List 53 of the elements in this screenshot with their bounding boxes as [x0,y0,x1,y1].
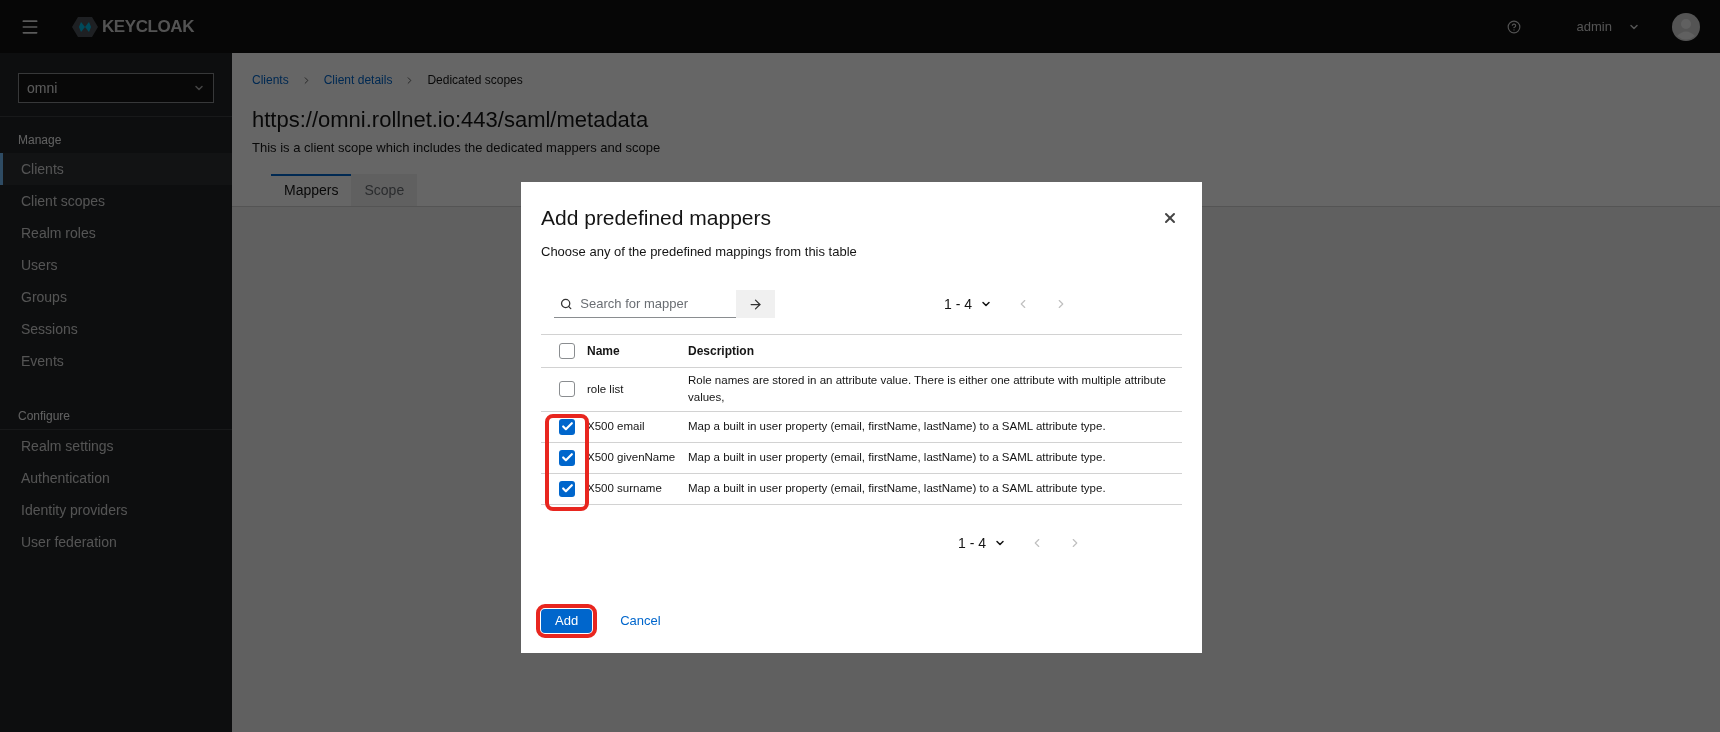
search-input[interactable]: Search for mapper [580,293,730,314]
logo-icon [72,16,98,37]
page-subtitle: This is a client scope which includes the dedicated mappers and scope [252,139,662,157]
avatar-icon[interactable] [1672,12,1700,41]
nav-item[interactable]: Client scopes [0,185,232,217]
search-submit-button[interactable] [736,290,775,318]
page-title: https://omni.rollnet.io:443/saml/metadata [252,106,650,134]
check-icon [560,451,574,464]
table-cell: Map a built in user property (email, firstName, lastName) to a SAML attribute type. [688,473,1182,505]
checkbox[interactable] [559,449,575,466]
arrow-right-icon [748,296,763,312]
user-menu[interactable]: admin [1576,16,1640,37]
checkbox[interactable] [559,480,575,497]
table-cell: X500 givenName [587,442,688,474]
table-cell: Map a built in user property (email, firstName, lastName) to a SAML attribute type. [688,442,1182,474]
pagination-toggle[interactable]: 1 - 4 [958,532,1006,554]
help-icon[interactable] [1506,19,1521,34]
nav-item[interactable]: Identity providers [0,494,232,526]
checkbox[interactable] [559,343,575,359]
column-header: Description [688,335,1182,368]
section-label: Manage [17,132,63,149]
realm-select[interactable]: omni [18,73,214,103]
table-cell: Map a built in user property (email, firstName, lastName) to a SAML attribute type. [688,411,1182,443]
table-cell: role list [587,368,688,412]
check-icon [560,420,574,433]
nav-item[interactable]: Sessions [0,313,232,345]
checkbox[interactable] [559,418,575,435]
table-cell: X500 surname [587,473,688,505]
nav-item[interactable]: Realm settings [0,430,232,462]
search-field[interactable]: Search for mapper [554,290,736,318]
dialog-subtitle: Choose any of the predefined mappings from this table [541,242,858,261]
search-icon [560,296,573,311]
brand-name: KEYCLOAK [102,15,194,38]
nav-item[interactable]: Events [0,345,232,377]
nav-item[interactable]: Realm roles [0,217,232,249]
pagination-toggle[interactable]: 1 - 4 [944,293,992,315]
dialog-title: Add predefined mappers [541,205,771,231]
breadcrumb-current: Dedicated scopes [427,72,523,89]
table-cell: X500 email [587,411,688,443]
checkbox[interactable] [559,381,575,398]
breadcrumb-link[interactable]: Clients [252,71,289,89]
close-icon[interactable] [1162,210,1178,226]
nav-item[interactable]: Authentication [0,462,232,494]
table-cell: Role names are stored in an attribute value. There is either one attribute with multiple attribute values, [688,368,1182,412]
breadcrumb-link[interactable]: Client details [323,71,393,89]
column-header: Name [587,335,688,368]
nav-item[interactable]: Groups [0,281,232,313]
cancel-link[interactable]: Cancel [608,609,673,633]
nav-item[interactable]: Users [0,249,232,281]
check-icon [560,482,574,495]
section-label: Configure [17,408,72,425]
nav-item[interactable]: User federation [0,526,232,558]
nav-item[interactable]: Clients [0,153,232,185]
